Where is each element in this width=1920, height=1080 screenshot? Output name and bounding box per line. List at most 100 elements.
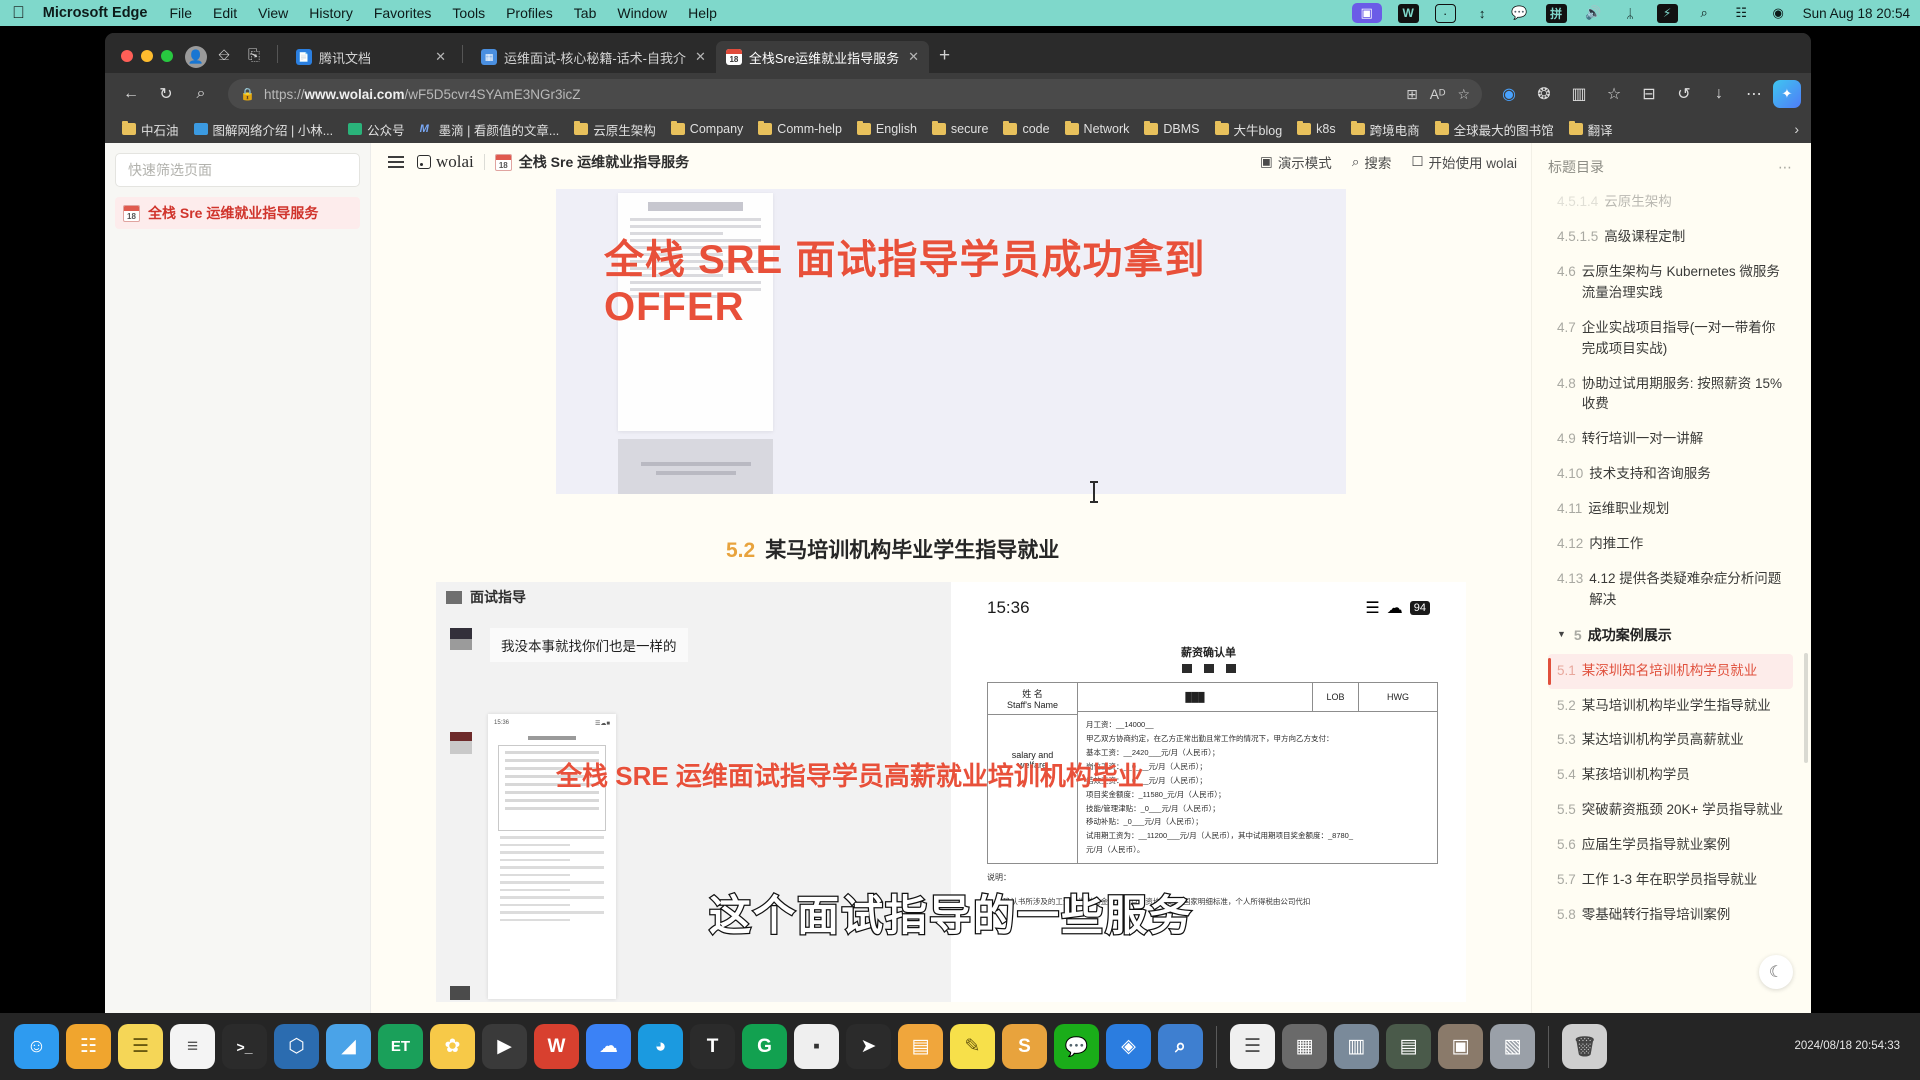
bookmark-item[interactable]: 公众号 [341, 117, 412, 142]
bookmark-item[interactable]: code [996, 119, 1056, 139]
toc-item[interactable]: 4.10 技术支持和咨询服务 [1548, 457, 1793, 492]
text-icon[interactable]: T [690, 1024, 735, 1069]
toc-scrollbar[interactable] [1804, 653, 1808, 763]
tab-sre-service[interactable]: 18 全栈Sre运维就业指导服务 ✕ [715, 41, 930, 73]
preview-icon[interactable]: ⌕ [1158, 1024, 1203, 1069]
toc-item[interactable]: 5.5 突破薪资瓶颈 20K+ 学员指导就业 [1548, 793, 1793, 828]
trash-icon[interactable]: 🗑 [1562, 1024, 1607, 1069]
toc-item[interactable]: 4.6 云原生架构与 Kubernetes 微服务流量治理实践 [1548, 255, 1793, 311]
toc-item[interactable]: 5.8 零基础转行指导培训案例 [1548, 898, 1793, 933]
battery-icon[interactable]: ⚡ [1656, 3, 1678, 23]
edge-icon[interactable]: ◕ [638, 1024, 683, 1069]
window-4-icon[interactable]: ▣ [1438, 1024, 1483, 1069]
window-3-icon[interactable]: ▤ [1386, 1024, 1431, 1069]
tab-tencent-docs[interactable]: 📄 腾讯文档 ✕ [286, 41, 456, 73]
menu-app-name[interactable]: Microsoft Edge [43, 5, 148, 21]
close-window-button[interactable] [121, 50, 133, 62]
tab-actions-icon[interactable]: ⎘ [241, 42, 267, 68]
bookmark-item[interactable]: English [850, 119, 924, 139]
menu-item-profiles[interactable]: Profiles [506, 5, 553, 21]
sublime-icon[interactable]: S [1002, 1024, 1047, 1069]
wps-icon[interactable]: W [1397, 3, 1419, 23]
wolai-logo[interactable]: wolai [417, 152, 474, 172]
menu-item-edit[interactable]: Edit [213, 5, 237, 21]
start-using-wolai-button[interactable]: ☐ 开始使用 wolai [1411, 152, 1517, 172]
toc-item[interactable]: 4.7 企业实战项目指导(一对一带着你完成项目实战) [1548, 311, 1793, 367]
history-icon[interactable]: ↺ [1668, 78, 1700, 110]
video-icon[interactable]: ▶ [482, 1024, 527, 1069]
wechat-dock-icon[interactable]: 💬 [1054, 1024, 1099, 1069]
bookmark-item[interactable]: Company [664, 119, 751, 139]
bookmark-item[interactable]: 大牛blog [1208, 117, 1290, 142]
bookmark-item[interactable]: 中石油 [115, 117, 186, 142]
cursor-icon[interactable]: ➤ [846, 1024, 891, 1069]
menu-item-favorites[interactable]: Favorites [374, 5, 432, 21]
markup-icon[interactable]: ✎ [950, 1024, 995, 1069]
grammarly-icon[interactable]: G [742, 1024, 787, 1069]
settings-more-icon[interactable]: ⋯ [1738, 78, 1770, 110]
vscode-icon[interactable]: ⬡ [274, 1024, 319, 1069]
minimize-window-button[interactable] [141, 50, 153, 62]
address-bar[interactable]: 🔒 https://www.wolai.com/wF5D5cvr4SYAmE3N… [228, 79, 1482, 109]
bookmark-item[interactable]: M 墨滴 | 看颜值的文章... [413, 117, 567, 142]
bookmark-item[interactable]: 全球最大的图书馆 [1428, 117, 1561, 142]
reminders-icon[interactable]: ≡ [170, 1024, 215, 1069]
extensions-icon[interactable]: ❂ [1528, 78, 1560, 110]
onedrive-icon[interactable]: ☁ [586, 1024, 631, 1069]
toc-item[interactable]: 4.13 4.12 提供各类疑难杂症分析问题解决 [1548, 562, 1793, 618]
siri-icon[interactable]: ◉ [1768, 4, 1789, 23]
new-tab-button[interactable]: + [929, 45, 960, 73]
bookmark-item[interactable]: secure [925, 119, 996, 139]
bookmark-item[interactable]: 图解网络介绍 | 小林... [187, 117, 341, 142]
bookmarks-overflow-button[interactable]: › [1794, 121, 1801, 137]
toc-more-icon[interactable]: ⋯ [1778, 159, 1793, 176]
moon-icon[interactable]: ☾ [1759, 955, 1793, 989]
document-icon[interactable]: ☰ [1230, 1024, 1275, 1069]
books-icon[interactable]: ▤ [898, 1024, 943, 1069]
search-button[interactable]: ⌕ 搜索 [1352, 152, 1392, 172]
copilot-icon[interactable]: ✦ [1773, 80, 1801, 108]
wolai-icon[interactable]: · [1434, 3, 1456, 23]
apple-icon[interactable]:  [12, 4, 25, 21]
bookmark-item[interactable]: 翻译 [1562, 117, 1620, 142]
bookmark-item[interactable]: Network [1058, 119, 1137, 139]
toc-item-section-5[interactable]: ▼ 5 成功案例展示 [1548, 618, 1793, 654]
menu-item-tab[interactable]: Tab [574, 5, 597, 21]
toc-item[interactable]: 4.5.1.5 高级课程定制 [1548, 220, 1793, 255]
menu-item-help[interactable]: Help [688, 5, 717, 21]
wps-writer-icon[interactable]: W [534, 1024, 579, 1069]
breadcrumb[interactable]: 18 全栈 Sre 运维就业指导服务 [494, 152, 689, 172]
tab-close-icon[interactable]: ✕ [433, 49, 448, 65]
control-center-icon[interactable]: ☷ [1731, 4, 1752, 23]
store-icon[interactable]: ◈ [1106, 1024, 1151, 1069]
tab-close-icon[interactable]: ✕ [693, 49, 708, 65]
toc-item[interactable]: 4.5.1.4 云原生架构 [1548, 185, 1793, 220]
finder-icon[interactable]: ☺ [14, 1024, 59, 1069]
bluetooth-icon[interactable]: ᛦ [1620, 4, 1641, 23]
menu-item-tools[interactable]: Tools [452, 5, 485, 21]
toc-item[interactable]: 5.2 某马培训机构毕业学生指导就业 [1548, 689, 1793, 724]
profile-avatar[interactable]: 👤 [185, 46, 207, 68]
bookmark-item[interactable]: Comm-help [751, 119, 849, 139]
notes-icon[interactable]: ☰ [118, 1024, 163, 1069]
downloads-icon[interactable]: ↓ [1703, 78, 1735, 110]
toc-item[interactable]: 5.3 某达培训机构学员高薪就业 [1548, 723, 1793, 758]
page-filter-input[interactable]: 快速筛选页面 [115, 153, 360, 187]
toc-item-active[interactable]: 5.1 某深圳知名培训机构学员就业 [1548, 653, 1793, 689]
menu-item-window[interactable]: Window [617, 5, 667, 21]
window-2-icon[interactable]: ▥ [1334, 1024, 1379, 1069]
chevron-down-icon[interactable]: ▼ [1557, 628, 1566, 650]
menu-item-view[interactable]: View [258, 5, 288, 21]
document-body[interactable]: 全栈 SRE 面试指导学员成功拿到OFFER 5.2 某马培训机构毕业学生指导就… [371, 181, 1531, 1013]
bookmark-item[interactable]: 云原生架构 [567, 117, 663, 142]
vertical-tabs-icon[interactable]: ⎒ [211, 42, 237, 68]
toc-item[interactable]: 4.8 协助过试用期服务: 按照薪资 15% 收费 [1548, 367, 1793, 423]
search-icon[interactable]: ⌕ [1694, 4, 1715, 23]
browser-essentials-icon[interactable]: ◉ [1493, 78, 1525, 110]
toc-item[interactable]: 5.6 应届生学员指导就业案例 [1548, 828, 1793, 863]
read-aloud-icon[interactable]: Aᴰ [1430, 86, 1446, 102]
present-mode-button[interactable]: ▣ 演示模式 [1260, 152, 1332, 172]
toc-item[interactable]: 4.12 内推工作 [1548, 527, 1793, 562]
et-icon[interactable]: ET [378, 1024, 423, 1069]
split-window-icon[interactable]: ▥ [1563, 78, 1595, 110]
